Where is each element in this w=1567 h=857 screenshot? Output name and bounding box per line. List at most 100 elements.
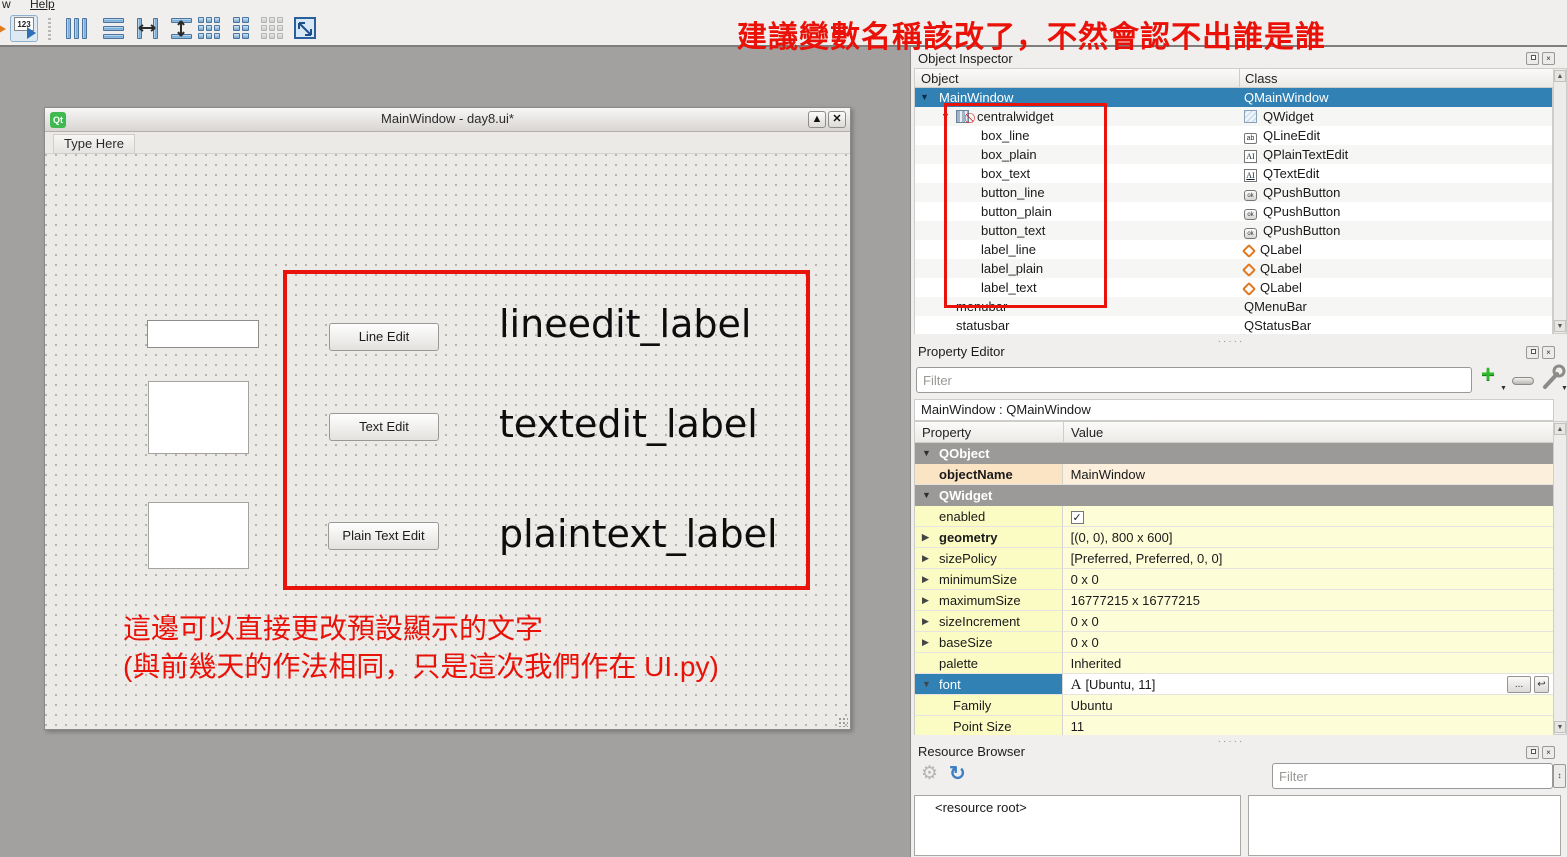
property-value[interactable]: 16777215 x 16777215 xyxy=(1063,590,1553,611)
column-object[interactable]: Object xyxy=(921,71,959,86)
size-grip[interactable] xyxy=(838,717,848,727)
edit-tab-order-icon[interactable]: 123 xyxy=(10,15,38,42)
resource-tree-panel[interactable]: <resource root> xyxy=(914,795,1241,856)
plaintext-label-widget[interactable]: plaintext_label xyxy=(499,512,778,556)
property-row-objectname[interactable]: objectNameMainWindow xyxy=(915,464,1553,485)
textedit-label-widget[interactable]: textedit_label xyxy=(499,402,758,446)
property-row-sizeincrement[interactable]: ▶sizeIncrement0 x 0 xyxy=(915,611,1553,632)
dock-splitter-handle[interactable]: ····· xyxy=(1211,736,1251,747)
float-dock-icon[interactable] xyxy=(1526,746,1539,759)
dock-splitter-handle[interactable]: ····· xyxy=(1211,336,1251,347)
property-value[interactable]: Inherited xyxy=(1063,653,1553,674)
close-button[interactable]: ✕ xyxy=(828,111,846,128)
shade-button[interactable]: ▲ xyxy=(808,111,826,128)
tree-row-label_text[interactable]: label_textQLabel xyxy=(915,278,1552,297)
property-value[interactable]: ✓ xyxy=(1063,506,1553,527)
tree-row-label_line[interactable]: label_lineQLabel xyxy=(915,240,1552,259)
expand-arrow-icon[interactable]: ▼ xyxy=(920,88,929,107)
expand-arrow-icon[interactable]: ▼ xyxy=(941,107,950,126)
float-dock-icon[interactable] xyxy=(1526,346,1539,359)
property-row-palette[interactable]: paletteInherited xyxy=(915,653,1553,674)
property-group-QObject[interactable]: ▼QObject xyxy=(915,443,1553,464)
close-dock-icon[interactable]: × xyxy=(1542,52,1555,65)
close-dock-icon[interactable]: × xyxy=(1542,746,1555,759)
layout-splitter-vertical-icon[interactable] xyxy=(167,15,195,42)
property-row-enabled[interactable]: enabled✓ xyxy=(915,506,1553,527)
text-edit-button[interactable]: Text Edit xyxy=(329,413,439,441)
property-value[interactable]: MainWindow xyxy=(1063,464,1553,485)
form-title-bar[interactable]: Qt MainWindow - day8.ui* ▲ ✕ xyxy=(45,108,850,132)
expand-arrow-icon[interactable]: ▶ xyxy=(922,569,929,590)
tree-row-button_text[interactable]: button_textokQPushButton xyxy=(915,221,1552,240)
line-edit-button[interactable]: Line Edit xyxy=(329,323,439,351)
scroll-down-icon[interactable]: ▼ xyxy=(1554,721,1566,733)
plain-text-edit-button[interactable]: Plain Text Edit xyxy=(328,522,439,550)
scroll-up-icon[interactable]: ▲ xyxy=(1554,423,1566,435)
tree-row-statusbar[interactable]: statusbarQStatusBar xyxy=(915,316,1552,334)
property-value[interactable]: A[Ubuntu, 11]...↩ xyxy=(1063,674,1553,695)
resource-filter-input[interactable] xyxy=(1272,763,1553,789)
line-edit-widget[interactable] xyxy=(147,320,259,348)
scroll-up-icon[interactable]: ▲ xyxy=(1554,70,1566,82)
property-value[interactable]: [(0, 0), 800 x 600] xyxy=(1063,527,1553,548)
column-divider[interactable] xyxy=(1063,422,1064,444)
tree-row-button_line[interactable]: button_lineokQPushButton xyxy=(915,183,1552,202)
menu-window-fragment[interactable]: w xyxy=(2,0,11,10)
adjust-size-icon[interactable] xyxy=(291,15,319,42)
expand-arrow-icon[interactable]: ▼ xyxy=(922,485,931,506)
menu-type-here[interactable]: Type Here xyxy=(53,134,135,154)
font-dialog-button[interactable]: ... xyxy=(1507,676,1531,693)
expand-arrow-icon[interactable]: ▶ xyxy=(922,590,929,611)
column-divider[interactable] xyxy=(1239,69,1240,89)
column-value[interactable]: Value xyxy=(1071,425,1103,440)
property-scrollbar[interactable]: ▲ ▼ xyxy=(1553,421,1567,735)
tree-row-box_line[interactable]: box_lineabQLineEdit xyxy=(915,126,1552,145)
add-dynamic-property-icon[interactable]: + xyxy=(1481,361,1495,389)
text-edit-widget[interactable] xyxy=(148,381,249,454)
resource-root-item[interactable]: <resource root> xyxy=(935,800,1027,815)
plain-text-edit-widget[interactable] xyxy=(148,502,249,569)
lineedit-label-widget[interactable]: lineedit_label xyxy=(499,302,751,346)
tree-row-button_plain[interactable]: button_plainokQPushButton xyxy=(915,202,1552,221)
property-value[interactable]: 11 xyxy=(1063,716,1553,735)
layout-horizontal-icon[interactable] xyxy=(62,15,90,42)
edit-resources-gear-icon[interactable]: ⚙ xyxy=(921,762,938,785)
property-row-maximumsize[interactable]: ▶maximumSize16777215 x 16777215 xyxy=(915,590,1553,611)
property-group-QWidget[interactable]: ▼QWidget xyxy=(915,485,1553,506)
scroll-down-icon[interactable]: ▼ xyxy=(1554,320,1566,332)
layout-form-icon[interactable] xyxy=(229,15,257,42)
tree-row-menubar[interactable]: menubarQMenuBar xyxy=(915,297,1552,316)
tree-row-centralwidget[interactable]: ▼centralwidgetQWidget xyxy=(915,107,1552,126)
property-value[interactable]: 0 x 0 xyxy=(1063,611,1553,632)
property-row-family[interactable]: FamilyUbuntu xyxy=(915,695,1553,716)
property-row-sizepolicy[interactable]: ▶sizePolicy[Preferred, Preferred, 0, 0] xyxy=(915,548,1553,569)
tree-row-MainWindow[interactable]: ▼MainWindowQMainWindow xyxy=(915,88,1552,107)
property-value[interactable]: Ubuntu xyxy=(1063,695,1553,716)
reload-icon[interactable]: ↻ xyxy=(949,761,966,786)
layout-vertical-icon[interactable] xyxy=(99,15,127,42)
reset-property-icon[interactable]: ↩ xyxy=(1534,676,1549,693)
expand-arrow-icon[interactable]: ▶ xyxy=(922,632,929,653)
remove-dynamic-property-icon[interactable] xyxy=(1512,377,1534,385)
column-property[interactable]: Property xyxy=(922,425,971,440)
expand-arrow-icon[interactable]: ▼ xyxy=(922,674,931,695)
property-row-geometry[interactable]: ▶geometry[(0, 0), 800 x 600] xyxy=(915,527,1553,548)
checkbox[interactable]: ✓ xyxy=(1071,511,1084,524)
property-row-basesize[interactable]: ▶baseSize0 x 0 xyxy=(915,632,1553,653)
layout-splitter-horizontal-icon[interactable] xyxy=(133,15,161,42)
property-row-point-size[interactable]: Point Size11 xyxy=(915,716,1553,735)
property-row-minimumsize[interactable]: ▶minimumSize0 x 0 xyxy=(915,569,1553,590)
property-row-font[interactable]: ▼fontA[Ubuntu, 11]...↩ xyxy=(915,674,1553,695)
column-class[interactable]: Class xyxy=(1245,71,1278,86)
tree-row-box_plain[interactable]: box_plainAIQPlainTextEdit xyxy=(915,145,1552,164)
filter-options-icon[interactable]: ↕ xyxy=(1553,764,1566,788)
menu-help[interactable]: Help xyxy=(30,0,55,10)
close-dock-icon[interactable]: × xyxy=(1542,346,1555,359)
float-dock-icon[interactable] xyxy=(1526,52,1539,65)
expand-arrow-icon[interactable]: ▶ xyxy=(922,527,929,548)
expand-arrow-icon[interactable]: ▶ xyxy=(922,611,929,632)
property-value[interactable]: [Preferred, Preferred, 0, 0] xyxy=(1063,548,1553,569)
break-layout-icon[interactable] xyxy=(259,15,287,42)
property-value[interactable]: 0 x 0 xyxy=(1063,569,1553,590)
property-value[interactable]: 0 x 0 xyxy=(1063,632,1553,653)
